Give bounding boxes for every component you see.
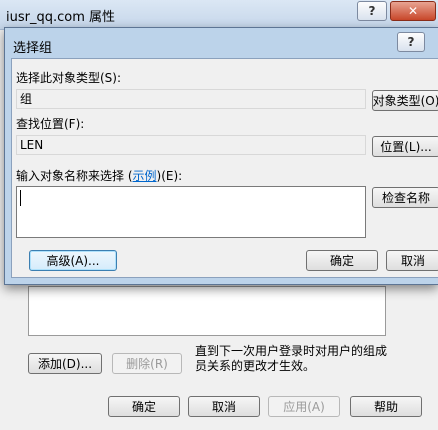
dialog-help-icon[interactable]: ?	[397, 32, 425, 52]
object-type-field: 组	[16, 89, 366, 109]
location-label: 查找位置(F):	[16, 117, 85, 131]
remove-button: 删除(R)	[112, 353, 182, 374]
dialog-title: 选择组	[13, 41, 53, 56]
properties-window-title: iusr_qq.com 属性	[6, 10, 116, 25]
close-icon[interactable]: ✕	[390, 1, 436, 21]
member-of-list[interactable]	[28, 286, 386, 336]
help-button[interactable]: 帮助	[350, 396, 422, 417]
dialog-ok-button[interactable]: 确定	[306, 250, 378, 271]
object-type-label: 选择此对象类型(S):	[16, 71, 122, 85]
object-name-label: 输入对象名称来选择 (示例)(E):	[16, 169, 183, 183]
advanced-button[interactable]: 高级(A)...	[29, 250, 117, 271]
dialog-body: 选择此对象类型(S): 组 对象类型(O) 查找位置(F): LEN 位置(L)…	[11, 58, 438, 278]
examples-link[interactable]: 示例	[133, 169, 157, 183]
locations-button[interactable]: 位置(L)...	[372, 136, 438, 157]
dialog-cancel-button[interactable]: 取消	[386, 250, 438, 271]
object-name-input[interactable]	[16, 186, 366, 238]
apply-button: 应用(A)	[268, 396, 340, 417]
help-icon[interactable]: ?	[357, 1, 387, 21]
add-button[interactable]: 添加(D)...	[28, 353, 102, 374]
membership-note: 直到下一次用户登录时对用户的组成员关系的更改才生效。	[195, 344, 388, 373]
object-name-area	[16, 186, 366, 238]
check-names-button[interactable]: 检查名称	[372, 187, 438, 208]
ok-button[interactable]: 确定	[108, 396, 180, 417]
cancel-button[interactable]: 取消	[188, 396, 260, 417]
text-caret	[20, 190, 21, 206]
select-group-dialog: 选择组 ? 选择此对象类型(S): 组 对象类型(O) 查找位置(F): LEN…	[4, 27, 438, 285]
location-field: LEN	[16, 135, 366, 155]
object-types-button[interactable]: 对象类型(O)	[372, 90, 438, 111]
properties-titlebar: iusr_qq.com 属性 ? ✕	[0, 0, 438, 30]
